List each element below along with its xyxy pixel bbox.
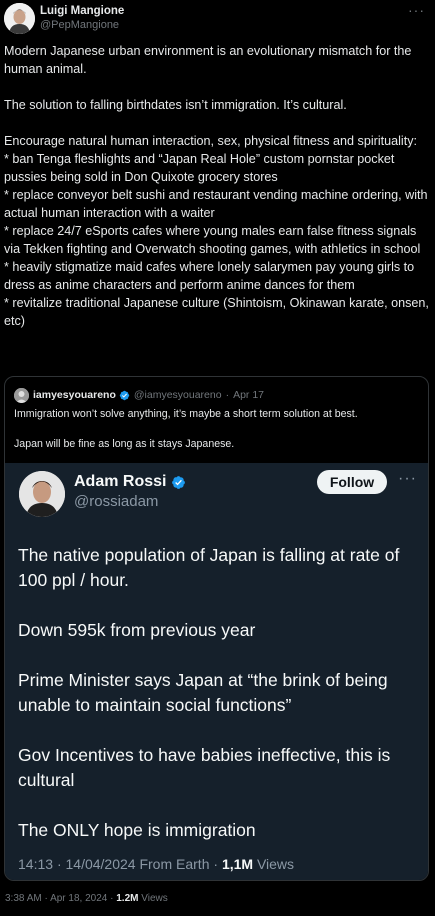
author-handle[interactable]: @PepMangione xyxy=(40,19,119,31)
follow-button: Follow xyxy=(317,470,387,494)
card-time: 14:13 xyxy=(18,856,54,872)
embedded-screenshot-card[interactable]: Adam Rossi @rossiadam Follow ··· The nat… xyxy=(5,463,428,880)
card-paragraph: The native population of Japan is fallin… xyxy=(18,545,400,590)
card-paragraph: Gov Incentives to have babies ineffectiv… xyxy=(18,745,391,790)
card-paragraph: Down 595k from previous year xyxy=(18,620,256,640)
more-options-icon: ··· xyxy=(398,470,417,487)
card-author-name: Adam Rossi xyxy=(74,473,186,491)
quoted-paragraph: Japan will be fine as long as it stays J… xyxy=(14,438,235,450)
quoted-author-name[interactable]: iamyesyouareno xyxy=(33,389,116,401)
card-author-handle: @rossiadam xyxy=(74,493,159,510)
post-time[interactable]: 3:38 AM xyxy=(5,893,42,904)
quoted-post-header: iamyesyouareno @iamyesyouareno · Apr 17 xyxy=(14,387,264,403)
card-views-label: Views xyxy=(256,856,295,872)
post-paragraph: Modern Japanese urban environment is an … xyxy=(4,44,415,76)
verified-badge-icon xyxy=(172,475,186,489)
quoted-separator: · xyxy=(225,389,230,401)
post-separator: · xyxy=(44,893,48,904)
post-views-label[interactable]: Views xyxy=(141,893,168,904)
post-paragraph: The solution to falling birthdates isn’t… xyxy=(4,98,347,112)
card-date: 14/04/2024 xyxy=(65,856,136,872)
post-body: Modern Japanese urban environment is an … xyxy=(4,42,430,330)
card-separator: · xyxy=(213,856,219,872)
card-paragraph: The ONLY hope is immigration xyxy=(18,820,256,840)
quoted-author-handle[interactable]: @iamyesyouareno xyxy=(134,389,222,401)
quoted-date[interactable]: Apr 17 xyxy=(233,389,264,401)
quoted-post-body: Immigration won’t solve anything, it’s m… xyxy=(14,407,419,452)
card-paragraph: Prime Minister says Japan at “the brink … xyxy=(18,670,388,715)
post-views-count[interactable]: 1.2M xyxy=(116,893,138,904)
card-separator: · xyxy=(56,856,62,872)
verified-badge-icon xyxy=(119,390,130,400)
author-avatar[interactable] xyxy=(4,3,35,34)
post-header: Luigi Mangione @PepMangione ··· xyxy=(4,2,431,35)
card-views-count: 1,1M xyxy=(221,856,254,872)
post-paragraph: Encourage natural human interaction, sex… xyxy=(4,134,429,328)
more-options-icon[interactable]: ··· xyxy=(408,2,425,18)
quoted-post[interactable]: iamyesyouareno @iamyesyouareno · Apr 17 … xyxy=(4,376,429,881)
card-author-name-text: Adam Rossi xyxy=(74,473,167,490)
post-meta: 3:38 AM · Apr 18, 2024 · 1.2M Views xyxy=(5,893,168,904)
author-name[interactable]: Luigi Mangione xyxy=(40,5,124,17)
card-author-avatar xyxy=(19,471,65,517)
post-date[interactable]: Apr 18, 2024 xyxy=(50,893,107,904)
card-post-body: The native population of Japan is fallin… xyxy=(18,543,418,843)
card-post-meta: 14:13 · 14/04/2024 From Earth · 1,1M Vie… xyxy=(18,856,294,872)
quoted-author-avatar[interactable] xyxy=(14,387,29,403)
post-separator: · xyxy=(110,893,114,904)
quoted-paragraph: Immigration won’t solve anything, it’s m… xyxy=(14,408,358,420)
card-source: From Earth xyxy=(139,856,210,872)
